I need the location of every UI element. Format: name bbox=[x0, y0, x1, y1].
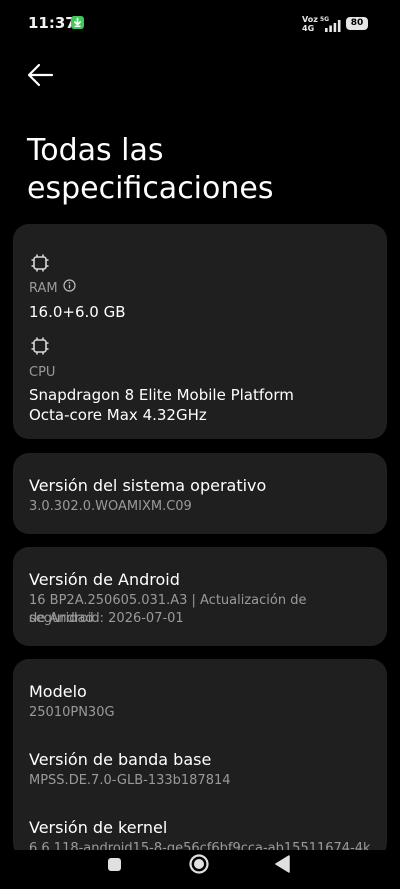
home-button[interactable] bbox=[188, 853, 210, 879]
android-version-value-line2: de Android: 2026-07-01 bbox=[29, 611, 184, 626]
android-version-title: Versión de Android bbox=[29, 570, 180, 589]
nav-back-button[interactable] bbox=[274, 855, 290, 877]
hardware-card: RAM 16.0+6.0 GB CPU Snapdragon 8 Elite M… bbox=[13, 224, 387, 439]
baseband-value: MPSS.DE.7.0-GLB-133b187814 bbox=[29, 773, 231, 788]
back-button[interactable] bbox=[24, 60, 58, 90]
ram-row: RAM bbox=[29, 279, 76, 296]
triangle-back-icon bbox=[275, 855, 290, 873]
arrow-left-icon bbox=[27, 63, 54, 87]
cpu-value-line2: Octa-core Max 4.32GHz bbox=[29, 406, 207, 424]
processor-chip-icon bbox=[29, 335, 51, 361]
baseband-title: Versión de banda base bbox=[29, 750, 212, 769]
model-title: Modelo bbox=[29, 682, 87, 701]
network-4g-label: 4G bbox=[302, 24, 315, 33]
os-version-card[interactable]: Versión del sistema operativo 3.0.302.0.… bbox=[13, 453, 387, 534]
cpu-label: CPU bbox=[29, 365, 56, 380]
kernel-title: Versión de kernel bbox=[29, 818, 168, 837]
cpu-value-line1: Snapdragon 8 Elite Mobile Platform bbox=[29, 386, 294, 404]
recents-button[interactable] bbox=[108, 858, 121, 871]
android-version-card[interactable]: Versión de Android 16 BP2A.250605.031.A3… bbox=[13, 547, 387, 646]
ram-label: RAM bbox=[29, 281, 58, 296]
status-bar: 11:37 Voz 5G 4G 80 bbox=[0, 0, 400, 44]
home-circle-icon bbox=[189, 854, 209, 874]
device-info-card: Modelo 25010PN30G Versión de banda base … bbox=[13, 659, 387, 859]
download-icon bbox=[71, 16, 84, 29]
network-voz-label: Voz bbox=[302, 15, 318, 24]
info-icon[interactable] bbox=[63, 279, 76, 296]
os-version-value: 3.0.302.0.WOAMIXM.C09 bbox=[29, 499, 192, 514]
battery-indicator: 80 bbox=[346, 17, 368, 30]
memory-chip-icon bbox=[29, 252, 51, 278]
status-time: 11:37 bbox=[28, 14, 76, 32]
model-value: 25010PN30G bbox=[29, 705, 115, 720]
ram-value: 16.0+6.0 GB bbox=[29, 303, 126, 321]
signal-icon bbox=[325, 17, 341, 36]
page-title: Todas las especificaciones bbox=[27, 133, 274, 207]
os-version-title: Versión del sistema operativo bbox=[29, 476, 267, 495]
